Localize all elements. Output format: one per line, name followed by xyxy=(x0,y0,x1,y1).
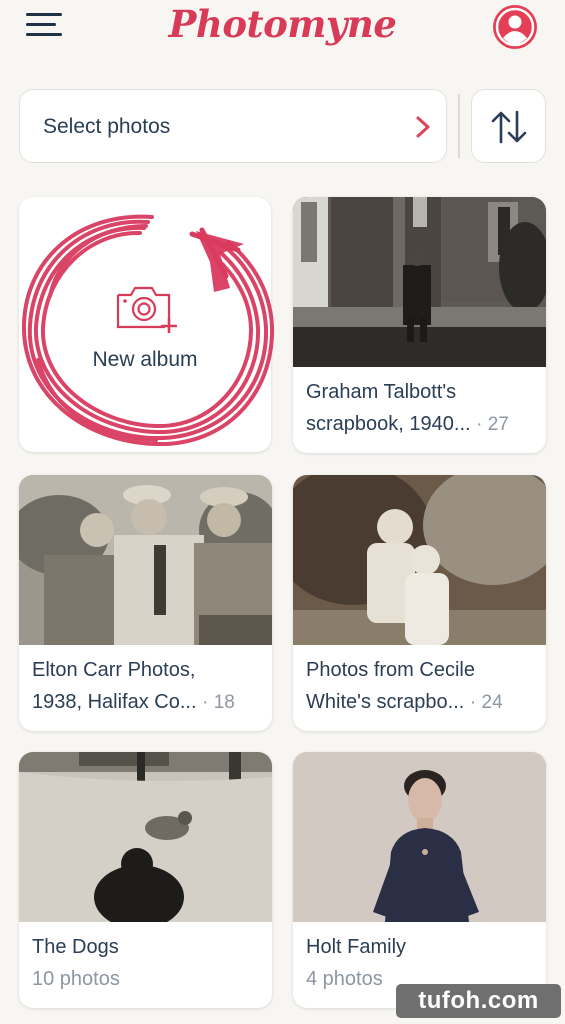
album-thumbnail xyxy=(293,197,546,367)
album-title-line2: White's scrapbo... xyxy=(306,691,465,713)
album-card-elton-carr[interactable]: Elton Carr Photos, 1938, Halifax Co... ·… xyxy=(19,475,272,731)
new-album-card[interactable]: New album xyxy=(19,197,271,452)
album-card-the-dogs[interactable]: The Dogs 10 photos xyxy=(19,752,272,1008)
watermark: tufoh.com xyxy=(396,984,561,1018)
album-title-line1: The Dogs xyxy=(32,936,119,958)
select-photos-button[interactable]: Select photos xyxy=(19,89,447,163)
album-title-line2: 1938, Halifax Co... xyxy=(32,691,197,713)
album-photo-count: · 27 xyxy=(476,414,509,435)
new-album-label: New album xyxy=(92,348,198,371)
album-photo-count: · 18 xyxy=(202,692,235,713)
album-title-line1: Holt Family xyxy=(306,936,407,958)
album-title-line1: Elton Carr Photos, xyxy=(32,659,196,681)
user-avatar-icon[interactable] xyxy=(493,5,537,49)
album-title-line1: Photos from Cecile xyxy=(306,659,475,681)
app-logo: Photomyne xyxy=(168,2,397,46)
album-title-line2: scrapbook, 1940... xyxy=(306,413,471,435)
sort-arrows-icon xyxy=(491,110,527,144)
album-card-graham-talbott[interactable]: Graham Talbott's scrapbook, 1940... · 27 xyxy=(293,197,546,453)
top-bar: Photomyne xyxy=(0,0,565,60)
album-card-cecile-white[interactable]: Photos from Cecile White's scrapbo... · … xyxy=(293,475,546,731)
album-thumbnail xyxy=(19,752,272,922)
toolbar-divider xyxy=(458,94,460,158)
chevron-right-icon xyxy=(416,116,430,138)
album-thumbnail xyxy=(19,475,272,645)
select-photos-label: Select photos xyxy=(43,115,171,138)
sort-button[interactable] xyxy=(471,89,546,163)
album-thumbnail xyxy=(293,752,546,922)
album-thumbnail xyxy=(293,475,546,645)
camera-plus-icon xyxy=(116,286,177,333)
album-photo-count: 10 photos xyxy=(32,968,120,990)
album-photo-count: · 24 xyxy=(469,692,503,713)
album-card-holt-family[interactable]: Holt Family 4 photos xyxy=(293,752,546,1008)
album-title-line1: Graham Talbott's xyxy=(306,381,457,403)
